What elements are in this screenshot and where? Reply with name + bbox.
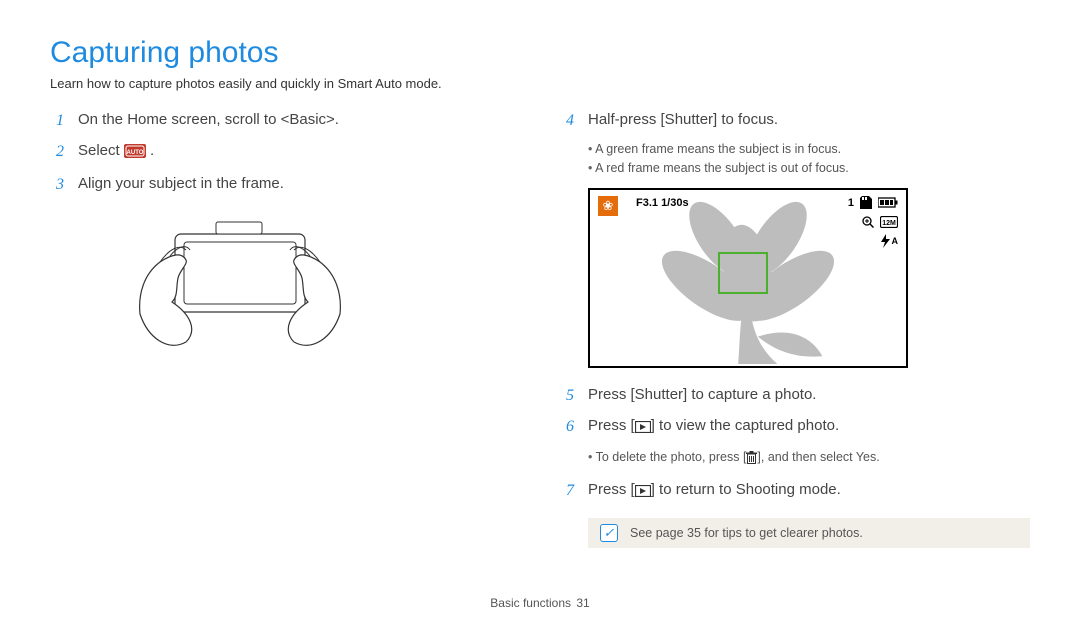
manual-page: Capturing photos Learn how to capture ph…: [0, 0, 1080, 630]
step-text: Press [ ] to view the captured photo.: [588, 415, 1030, 440]
playback-icon: [635, 418, 651, 440]
focus-frame: [718, 252, 768, 294]
step-text: Press [ ] to return to Shooting mode.: [588, 479, 1030, 504]
step-text-pre: Select: [78, 142, 120, 159]
step-5: 5 Press [Shutter] to capture a photo.: [560, 384, 1030, 407]
step-number: 3: [50, 173, 64, 196]
step-text: Half-press [Shutter] to focus.: [588, 109, 1030, 132]
bullet-delete: To delete the photo, press [ ], and then …: [588, 448, 1030, 470]
camera-preview-screen: ❀ F3.1 1/30s 1: [588, 188, 908, 368]
tip-note: ✓ See page 35 for tips to get clearer ph…: [588, 518, 1030, 548]
step-text: On the Home screen, scroll to <Basic>.: [78, 109, 520, 132]
flash-auto-icon: A: [880, 234, 899, 248]
zoom-icon: [862, 216, 874, 228]
playback-icon: [635, 482, 651, 504]
step-text-post: ] to return to Shooting mode.: [651, 481, 841, 498]
camera-hands-illustration: [120, 204, 520, 359]
page-title: Capturing photos: [50, 36, 1030, 70]
step-number: 7: [560, 479, 574, 504]
step-1: 1 On the Home screen, scroll to <Basic>.: [50, 109, 520, 132]
svg-text:12M: 12M: [882, 220, 896, 227]
sd-card-icon: [860, 196, 872, 210]
step-3: 3 Align your subject in the frame.: [50, 173, 520, 196]
step-text-pre: Press [: [588, 417, 635, 434]
step-4-bullets: A green frame means the subject is in fo…: [588, 140, 1030, 178]
image-size-icon: 12M: [880, 216, 898, 228]
step-text: Align your subject in the frame.: [78, 173, 520, 196]
trash-icon: [746, 451, 757, 470]
step-text-post: .: [150, 142, 154, 159]
battery-icon: [878, 197, 898, 208]
left-column: 1 On the Home screen, scroll to <Basic>.…: [50, 109, 520, 548]
step-text-post: ] to view the captured photo.: [651, 417, 839, 434]
bullet-red-frame: A red frame means the subject is out of …: [588, 159, 1030, 178]
step-2: 2 Select AUTO .: [50, 140, 520, 165]
footer-page-number: 31: [576, 596, 589, 610]
step-number: 2: [50, 140, 64, 165]
osd-right-cluster: 1 12M: [848, 196, 898, 248]
step-number: 1: [50, 109, 64, 132]
step-4: 4 Half-press [Shutter] to focus.: [560, 109, 1030, 132]
bullet-text-post: ], and then select Yes.: [757, 450, 879, 464]
footer-section: Basic functions: [490, 596, 571, 610]
step-text-pre: Press [: [588, 481, 635, 498]
tip-text: See page 35 for tips to get clearer phot…: [630, 526, 863, 540]
step-number: 4: [560, 109, 574, 132]
step-6: 6 Press [ ] to view the captured photo.: [560, 415, 1030, 440]
note-icon: ✓: [600, 524, 618, 542]
osd-exposure-text: F3.1 1/30s: [636, 198, 689, 209]
step-number: 6: [560, 415, 574, 440]
step-7: 7 Press [ ] to return to Shooting mode.: [560, 479, 1030, 504]
bullet-text-pre: To delete the photo, press [: [596, 450, 747, 464]
step-text: Press [Shutter] to capture a photo.: [588, 384, 1030, 407]
flower-scene-icon: ❀: [598, 196, 618, 216]
step-number: 5: [560, 384, 574, 407]
step-6-bullets: To delete the photo, press [ ], and then …: [588, 448, 1030, 470]
bullet-green-frame: A green frame means the subject is in fo…: [588, 140, 1030, 159]
smart-auto-icon: AUTO: [124, 143, 146, 165]
right-column: 4 Half-press [Shutter] to focus. A green…: [560, 109, 1030, 548]
page-intro: Learn how to capture photos easily and q…: [50, 76, 1030, 91]
osd-shot-count: 1: [848, 197, 854, 209]
content-columns: 1 On the Home screen, scroll to <Basic>.…: [50, 109, 1030, 548]
page-footer: Basic functions 31: [0, 596, 1080, 610]
step-text: Select AUTO .: [78, 140, 520, 165]
svg-text:AUTO: AUTO: [126, 150, 143, 156]
